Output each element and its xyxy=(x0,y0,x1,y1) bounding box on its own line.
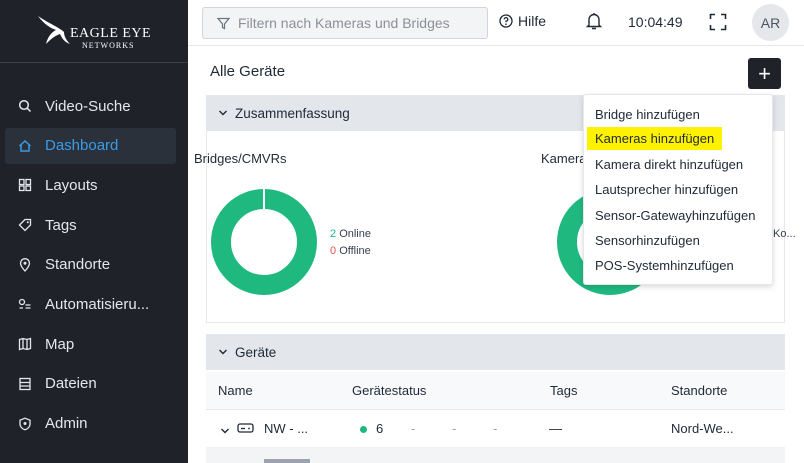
status-dash: - xyxy=(452,421,457,436)
bell-icon xyxy=(585,13,603,30)
sidebar-nav: Video-Suche Dashboard Layouts Tags Stand… xyxy=(0,88,188,445)
help-button[interactable]: Hilfe xyxy=(499,13,546,29)
automation-icon xyxy=(18,297,32,311)
shield-icon xyxy=(18,416,32,431)
menu-item-add-speaker[interactable]: Lautsprecher hinzufügen xyxy=(595,182,738,197)
sidebar-item-layouts[interactable]: Layouts xyxy=(0,167,188,203)
sidebar-item-tags[interactable]: Tags xyxy=(0,207,188,243)
table-row[interactable]: NW - ... 6 - - - — Nord-We... xyxy=(206,410,785,448)
sidebar-item-dashboard[interactable]: Dashboard xyxy=(5,127,176,164)
expand-row-icon[interactable] xyxy=(220,423,230,438)
camera-thumbnail[interactable] xyxy=(264,459,310,463)
devices-header-label: Geräte xyxy=(235,344,277,360)
chevron-down-icon xyxy=(218,109,228,117)
menu-item-add-bridge[interactable]: Bridge hinzufügen xyxy=(595,107,700,122)
search-input[interactable] xyxy=(238,15,478,31)
sidebar-item-admin[interactable]: Admin xyxy=(0,406,188,442)
bridges-card-title: Bridges/CMVRs xyxy=(194,151,287,166)
fullscreen-icon xyxy=(709,13,727,31)
logo-text: EAGLE EYE xyxy=(70,26,152,41)
column-header-status[interactable]: Gerätestatus xyxy=(352,383,426,398)
sidebar-item-label: Map xyxy=(45,335,75,353)
sidebar-item-map[interactable]: Map xyxy=(0,326,188,362)
column-header-locations[interactable]: Standorte xyxy=(671,383,727,398)
home-icon xyxy=(18,139,32,153)
menu-item-add-pos-system[interactable]: POS-Systemhinzufügen xyxy=(595,258,734,273)
bridges-legend: 2 Online 0 Offline xyxy=(330,226,371,260)
eagle-eye-logo[interactable]: EAGLE EYE NETWORKS xyxy=(36,14,151,54)
sidebar-item-label: Admin xyxy=(45,415,88,432)
tag-icon xyxy=(18,218,32,232)
avatar[interactable]: AR xyxy=(752,4,789,41)
devices-panel-header[interactable]: Geräte xyxy=(206,334,785,370)
menu-item-add-sensor[interactable]: Sensorhinzufügen xyxy=(595,233,700,248)
sidebar-item-label: Standorte xyxy=(45,256,111,274)
sidebar-item-locations[interactable]: Standorte xyxy=(0,247,188,283)
add-device-menu: Bridge hinzufügen Kameras hinzufügen Kam… xyxy=(583,94,773,285)
bridges-donut-chart xyxy=(211,188,317,295)
table-row-expanded xyxy=(206,448,785,463)
sidebar-item-label: Layouts xyxy=(45,176,98,194)
menu-item-add-sensor-gateway[interactable]: Sensor-Gatewayhinzufügen xyxy=(595,208,755,223)
tags-value: — xyxy=(549,421,562,436)
page-title: Alle Geräte xyxy=(210,63,286,80)
filter-icon xyxy=(217,17,230,29)
summary-header-label: Zusammenfassung xyxy=(235,105,350,121)
search-box[interactable] xyxy=(202,7,488,39)
sidebar: EAGLE EYE NETWORKS Video-Suche Dashboard… xyxy=(0,0,188,463)
column-header-name[interactable]: Name xyxy=(218,383,253,398)
cameras-card-title: Kamera xyxy=(541,151,587,166)
search-icon xyxy=(18,99,32,113)
eagle-icon xyxy=(38,16,70,44)
sidebar-item-video-search[interactable]: Video-Suche xyxy=(0,88,188,124)
status-dash: - xyxy=(411,421,416,436)
sidebar-item-automations[interactable]: Automatisieru... xyxy=(0,286,188,322)
sidebar-item-label: Video-Suche xyxy=(45,97,131,115)
add-device-button[interactable]: + xyxy=(748,58,781,89)
sidebar-item-label: Dashboard xyxy=(45,137,119,155)
sidebar-item-files[interactable]: Dateien xyxy=(0,366,188,402)
location-value: Nord-We... xyxy=(671,421,734,436)
cameras-legend-partial: Ko... xyxy=(773,228,796,240)
column-header-tags[interactable]: Tags xyxy=(550,383,577,398)
status-dash: - xyxy=(493,421,498,436)
help-label: Hilfe xyxy=(518,13,547,29)
logo-subtext: NETWORKS xyxy=(82,41,135,50)
layouts-icon xyxy=(18,178,32,192)
online-status-dot xyxy=(360,426,367,433)
legend-offline: 0 Offline xyxy=(330,245,371,257)
files-icon xyxy=(18,377,32,391)
menu-item-add-camera-direct[interactable]: Kamera direkt hinzufügen xyxy=(595,157,743,172)
fullscreen-button[interactable] xyxy=(709,13,727,34)
device-name[interactable]: NW - ... xyxy=(264,421,308,436)
bridge-device-icon xyxy=(237,422,254,437)
map-icon xyxy=(18,337,32,351)
sidebar-divider xyxy=(0,62,188,63)
sidebar-item-label: Dateien xyxy=(45,375,97,393)
notifications-button[interactable] xyxy=(585,11,603,34)
clock: 10:04:49 xyxy=(628,14,683,30)
scrollbar-track[interactable] xyxy=(798,46,804,463)
sidebar-item-label: Tags xyxy=(45,216,77,234)
location-pin-icon xyxy=(18,257,32,272)
topbar-divider xyxy=(188,45,804,46)
devices-table-header: Name Gerätestatus Tags Standorte xyxy=(206,372,785,410)
legend-online: 2 Online xyxy=(330,228,371,240)
status-count: 6 xyxy=(376,421,384,436)
menu-item-add-cameras[interactable]: Kameras hinzufügen xyxy=(587,127,723,150)
chevron-down-icon xyxy=(218,348,228,356)
help-icon xyxy=(499,14,513,28)
sidebar-item-label: Automatisieru... xyxy=(45,295,150,313)
